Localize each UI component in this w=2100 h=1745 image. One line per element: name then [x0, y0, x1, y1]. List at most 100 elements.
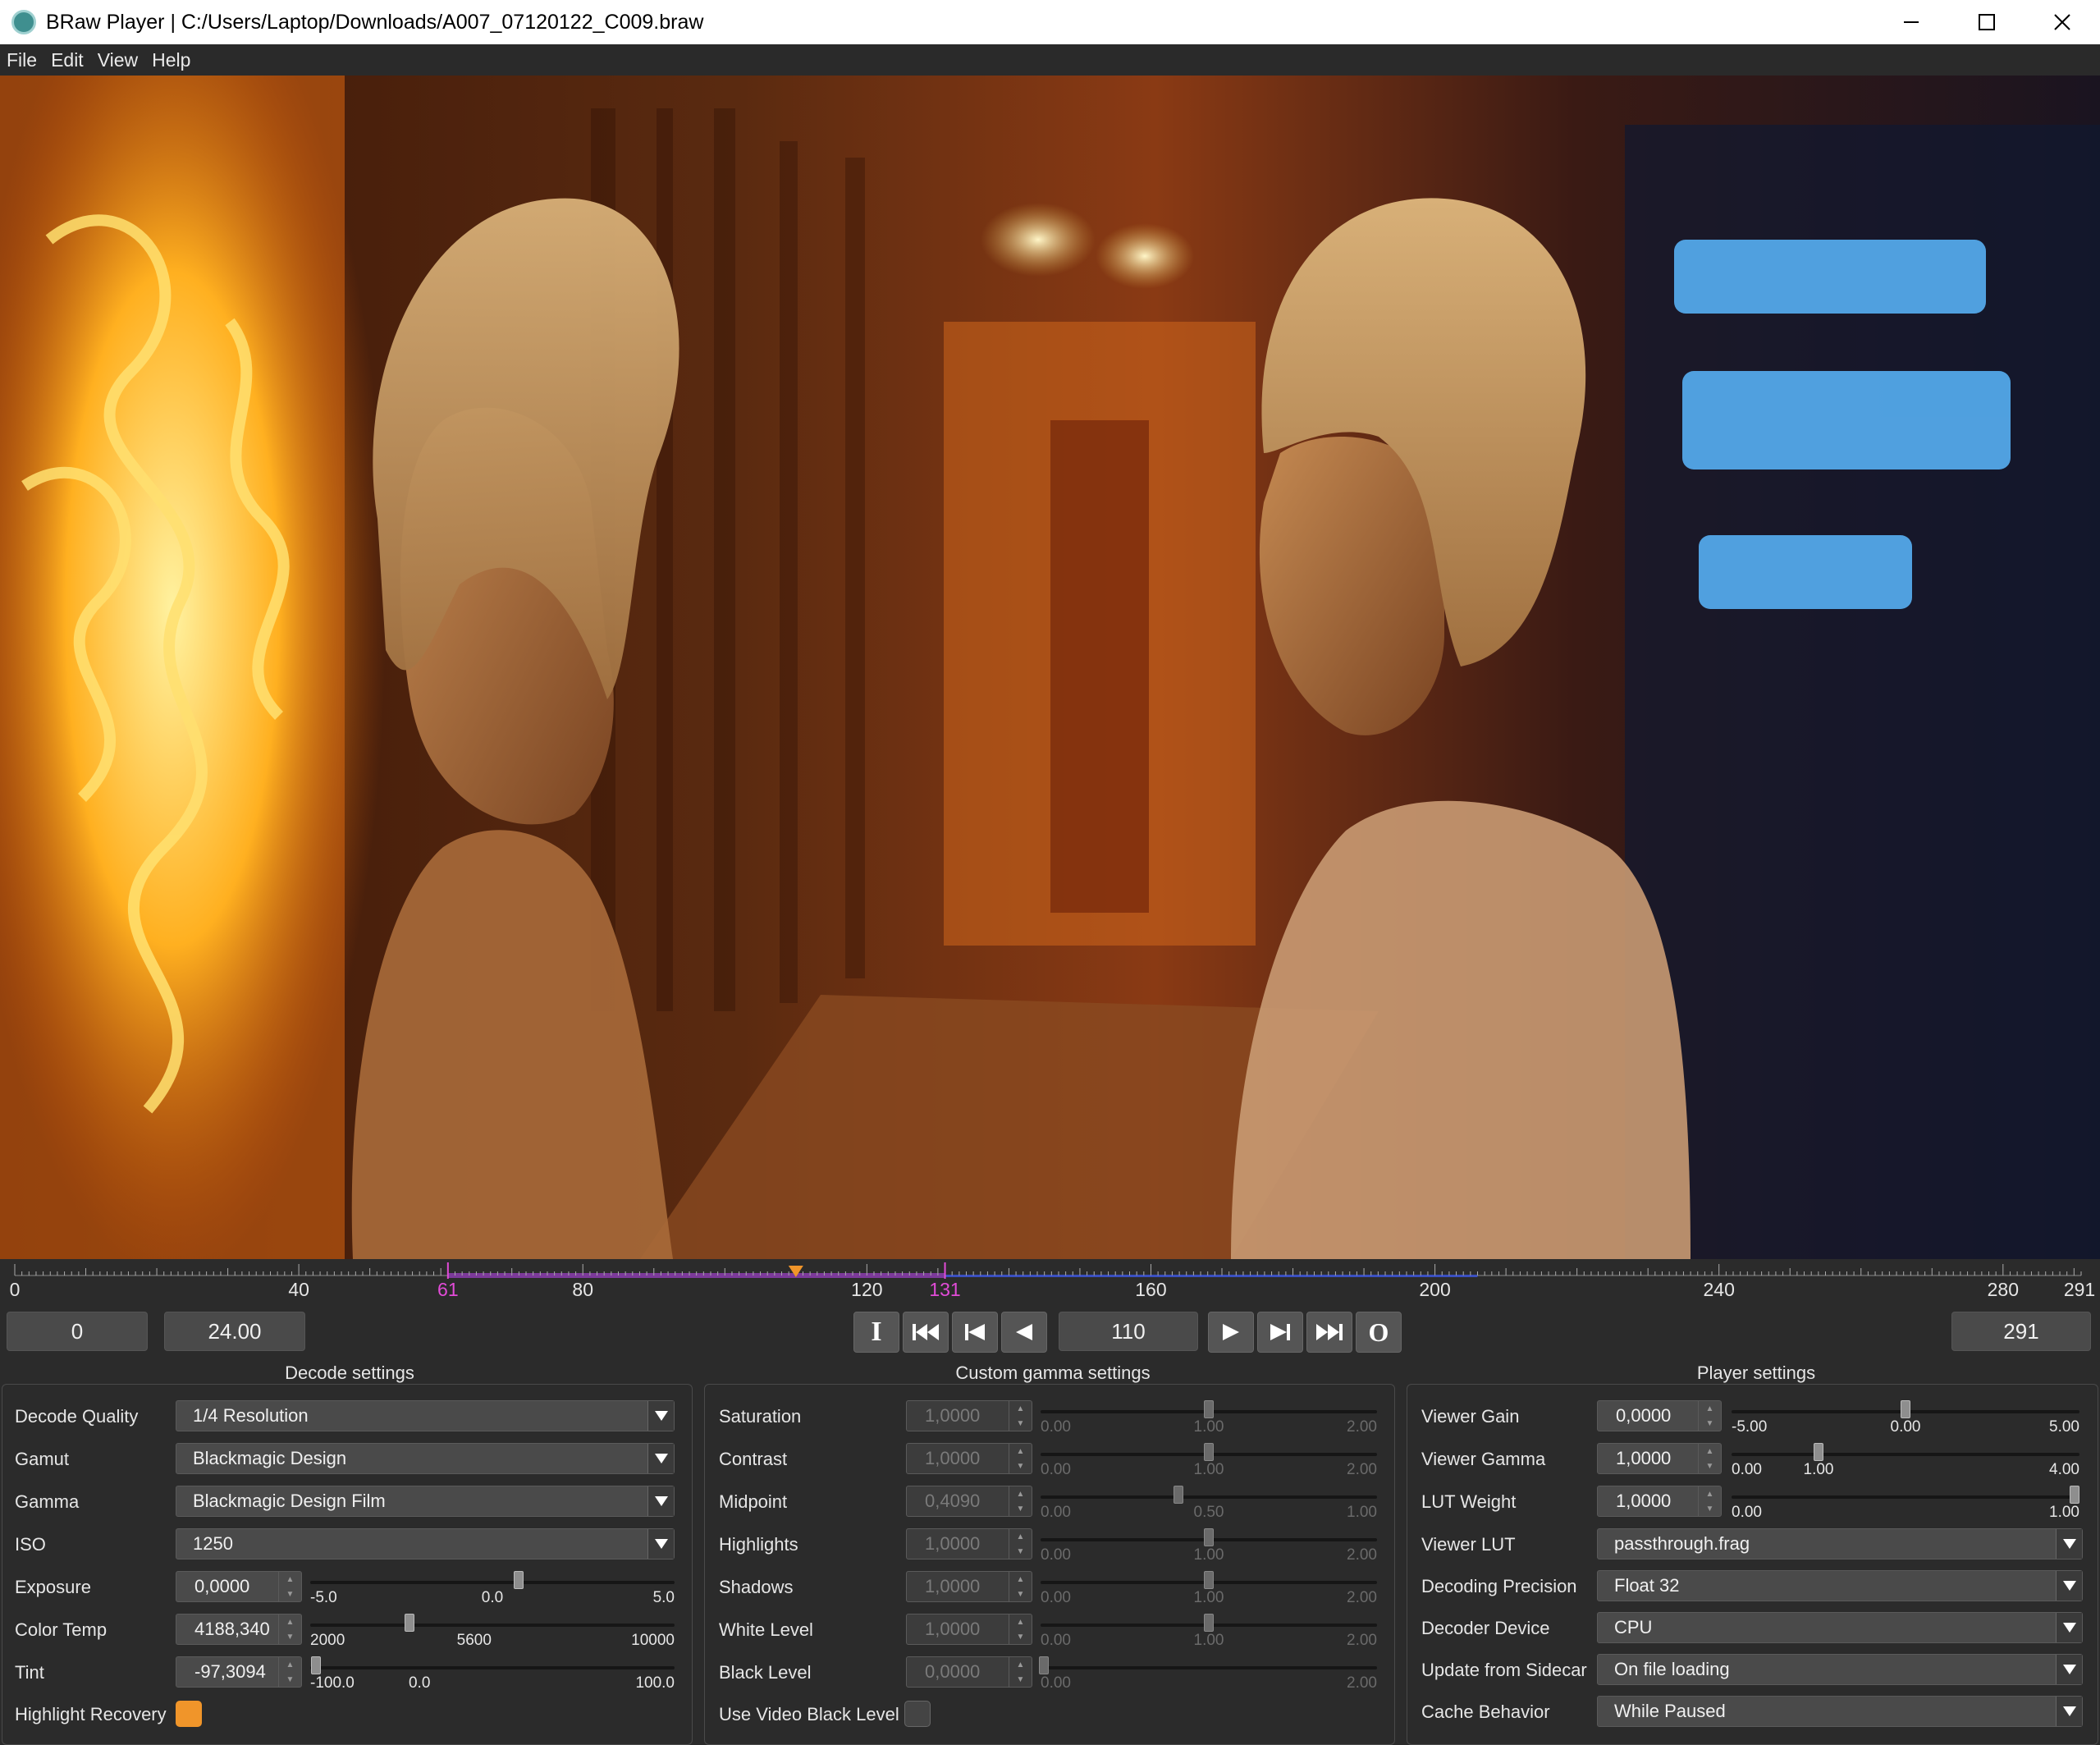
tint-spinbox[interactable]: -97,3094 ▲ ▼ — [176, 1656, 302, 1688]
lut-weight-spinbox[interactable]: 1,0000 ▲ ▼ — [1597, 1486, 1722, 1517]
step-back-icon — [965, 1324, 985, 1340]
decoding-precision-dropdown[interactable]: Float 32 — [1597, 1570, 2083, 1601]
set-in-point-button[interactable]: I — [853, 1312, 899, 1353]
color-temp-slider-handle[interactable] — [405, 1614, 415, 1632]
spin-arrows[interactable]: ▲ ▼ — [1009, 1614, 1032, 1644]
previous-frame-skip-button[interactable] — [952, 1312, 998, 1353]
spin-arrows[interactable]: ▲ ▼ — [1009, 1657, 1032, 1687]
contrast-max-label: 2.00 — [1347, 1461, 1377, 1478]
menu-help[interactable]: Help — [152, 49, 190, 71]
iso-dropdown[interactable]: 1250 — [176, 1528, 675, 1560]
viewer-gamma-slider[interactable]: 0.00 1.00 4.00 — [1732, 1443, 2079, 1479]
black-level-label: Black Level — [719, 1662, 812, 1683]
lut-weight-slider-handle[interactable] — [2069, 1486, 2079, 1504]
frame-rate-field[interactable]: 24.00 — [164, 1312, 305, 1351]
black-level-slider-handle[interactable] — [1039, 1656, 1050, 1674]
midpoint-spinbox[interactable]: 0,4090 ▲ ▼ — [906, 1486, 1032, 1517]
contrast-mid-label: 1.00 — [1193, 1461, 1224, 1478]
tint-slider-handle[interactable] — [310, 1656, 321, 1674]
white-level-spinbox[interactable]: 1,0000 ▲ ▼ — [906, 1614, 1032, 1645]
tint-slider[interactable]: -100.0 0.0 100.0 — [310, 1656, 675, 1692]
spin-arrows[interactable]: ▲ ▼ — [1698, 1444, 1721, 1473]
current-frame-field[interactable]: 110 — [1059, 1312, 1198, 1351]
exposure-max-label: 5.0 — [652, 1589, 675, 1606]
spin-arrows[interactable]: ▲ ▼ — [1698, 1401, 1721, 1431]
black-level-spinbox[interactable]: 0,0000 ▲ ▼ — [906, 1656, 1032, 1688]
menu-file[interactable]: File — [7, 49, 37, 71]
play-reverse-button[interactable] — [1001, 1312, 1047, 1353]
shadows-slider[interactable]: 0.00 1.00 2.00 — [1041, 1571, 1377, 1607]
viewer-gain-slider[interactable]: -5.00 0.00 5.00 — [1732, 1400, 2079, 1436]
gamut-dropdown[interactable]: Blackmagic Design — [176, 1443, 675, 1474]
spin-arrows[interactable]: ▲ ▼ — [278, 1614, 301, 1644]
go-to-start-button[interactable] — [903, 1312, 949, 1353]
use-video-black-level-checkbox[interactable] — [904, 1701, 931, 1727]
spin-arrows[interactable]: ▲ ▼ — [1009, 1572, 1032, 1601]
saturation-slider-handle[interactable] — [1204, 1400, 1214, 1418]
maximize-button[interactable] — [1949, 0, 2025, 44]
start-frame-field[interactable]: 0 — [7, 1312, 148, 1351]
spin-arrows[interactable]: ▲ ▼ — [1009, 1444, 1032, 1473]
decode-quality-dropdown[interactable]: 1/4 Resolution — [176, 1400, 675, 1431]
next-frame-skip-button[interactable] — [1257, 1312, 1303, 1353]
viewer-gamma-spinbox[interactable]: 1,0000 ▲ ▼ — [1597, 1443, 1722, 1474]
viewer-gain-slider-handle[interactable] — [1901, 1400, 1910, 1418]
white-level-slider-handle[interactable] — [1204, 1614, 1214, 1632]
viewer-gain-mid-label: 0.00 — [1890, 1418, 1921, 1436]
go-to-end-button[interactable] — [1306, 1312, 1352, 1353]
midpoint-slider-handle[interactable] — [1173, 1486, 1183, 1504]
close-icon — [2054, 14, 2070, 30]
spin-arrows[interactable]: ▲ ▼ — [1009, 1486, 1032, 1516]
saturation-spinbox[interactable]: 1,0000 ▲ ▼ — [906, 1400, 1032, 1431]
minimize-button[interactable] — [1874, 0, 1949, 44]
highlights-slider[interactable]: 0.00 1.00 2.00 — [1041, 1528, 1377, 1564]
spin-arrows[interactable]: ▲ ▼ — [278, 1572, 301, 1601]
video-viewport[interactable] — [0, 76, 2100, 1259]
spin-arrows[interactable]: ▲ ▼ — [1698, 1486, 1721, 1516]
lut-weight-slider[interactable]: 0.00 1.00 — [1732, 1486, 2079, 1522]
timeline-label: 80 — [572, 1279, 594, 1300]
color-temp-spinbox[interactable]: 4188,340 ▲ ▼ — [176, 1614, 302, 1645]
spin-arrows[interactable]: ▲ ▼ — [1009, 1401, 1032, 1431]
highlights-spinbox[interactable]: 1,0000 ▲ ▼ — [906, 1528, 1032, 1560]
viewer-gain-spinbox[interactable]: 0,0000 ▲ ▼ — [1597, 1400, 1722, 1431]
spin-arrows[interactable]: ▲ ▼ — [1009, 1529, 1032, 1559]
spin-arrows[interactable]: ▲ ▼ — [278, 1657, 301, 1687]
update-from-sidecar-dropdown[interactable]: On file loading — [1597, 1654, 2083, 1685]
end-frame-field[interactable]: 291 — [1951, 1312, 2091, 1351]
transport-bar: 0 24.00 I 110 O 291 — [0, 1312, 2100, 1354]
contrast-slider[interactable]: 0.00 1.00 2.00 — [1041, 1443, 1377, 1479]
shadows-spinbox[interactable]: 1,0000 ▲ ▼ — [906, 1571, 1032, 1602]
chevron-down-icon — [2056, 1613, 2082, 1642]
shadows-slider-handle[interactable] — [1204, 1571, 1214, 1589]
midpoint-value: 0,4090 — [925, 1491, 981, 1511]
decoding-precision-value: Float 32 — [1614, 1575, 1680, 1596]
play-button[interactable] — [1208, 1312, 1254, 1353]
saturation-slider[interactable]: 0.00 1.00 2.00 — [1041, 1400, 1377, 1436]
white-level-slider[interactable]: 0.00 1.00 2.00 — [1041, 1614, 1377, 1650]
white-level-label: White Level — [719, 1619, 813, 1640]
contrast-slider-handle[interactable] — [1204, 1443, 1214, 1461]
highlights-mid-label: 1.00 — [1193, 1546, 1224, 1564]
menu-edit[interactable]: Edit — [51, 49, 84, 71]
viewer-lut-dropdown[interactable]: passthrough.frag — [1597, 1528, 2083, 1560]
set-out-point-button[interactable]: O — [1356, 1312, 1402, 1353]
close-button[interactable] — [2025, 0, 2100, 44]
gamma-dropdown[interactable]: Blackmagic Design Film — [176, 1486, 675, 1517]
menu-view[interactable]: View — [98, 49, 138, 71]
exposure-slider-handle[interactable] — [514, 1571, 524, 1589]
lut-weight-label: LUT Weight — [1421, 1491, 1517, 1512]
black-level-slider[interactable]: 0.00 2.00 — [1039, 1656, 1377, 1692]
exposure-slider[interactable]: -5.0 0.0 5.0 — [310, 1571, 675, 1607]
highlights-slider-handle[interactable] — [1204, 1528, 1214, 1546]
color-temp-slider[interactable]: 2000 5600 10000 — [310, 1614, 675, 1650]
decoder-device-dropdown[interactable]: CPU — [1597, 1612, 2083, 1643]
viewer-gamma-slider-handle[interactable] — [1814, 1443, 1823, 1461]
exposure-spinbox[interactable]: 0,0000 ▲ ▼ — [176, 1571, 302, 1602]
window-title: BRaw Player | C:/Users/Laptop/Downloads/… — [46, 10, 704, 34]
highlight-recovery-checkbox[interactable] — [176, 1701, 202, 1727]
contrast-spinbox[interactable]: 1,0000 ▲ ▼ — [906, 1443, 1032, 1474]
lut-weight-min-label: 0.00 — [1732, 1504, 1762, 1521]
midpoint-slider[interactable]: 0.00 0.50 1.00 — [1041, 1486, 1377, 1522]
cache-behavior-dropdown[interactable]: While Paused — [1597, 1696, 2083, 1727]
